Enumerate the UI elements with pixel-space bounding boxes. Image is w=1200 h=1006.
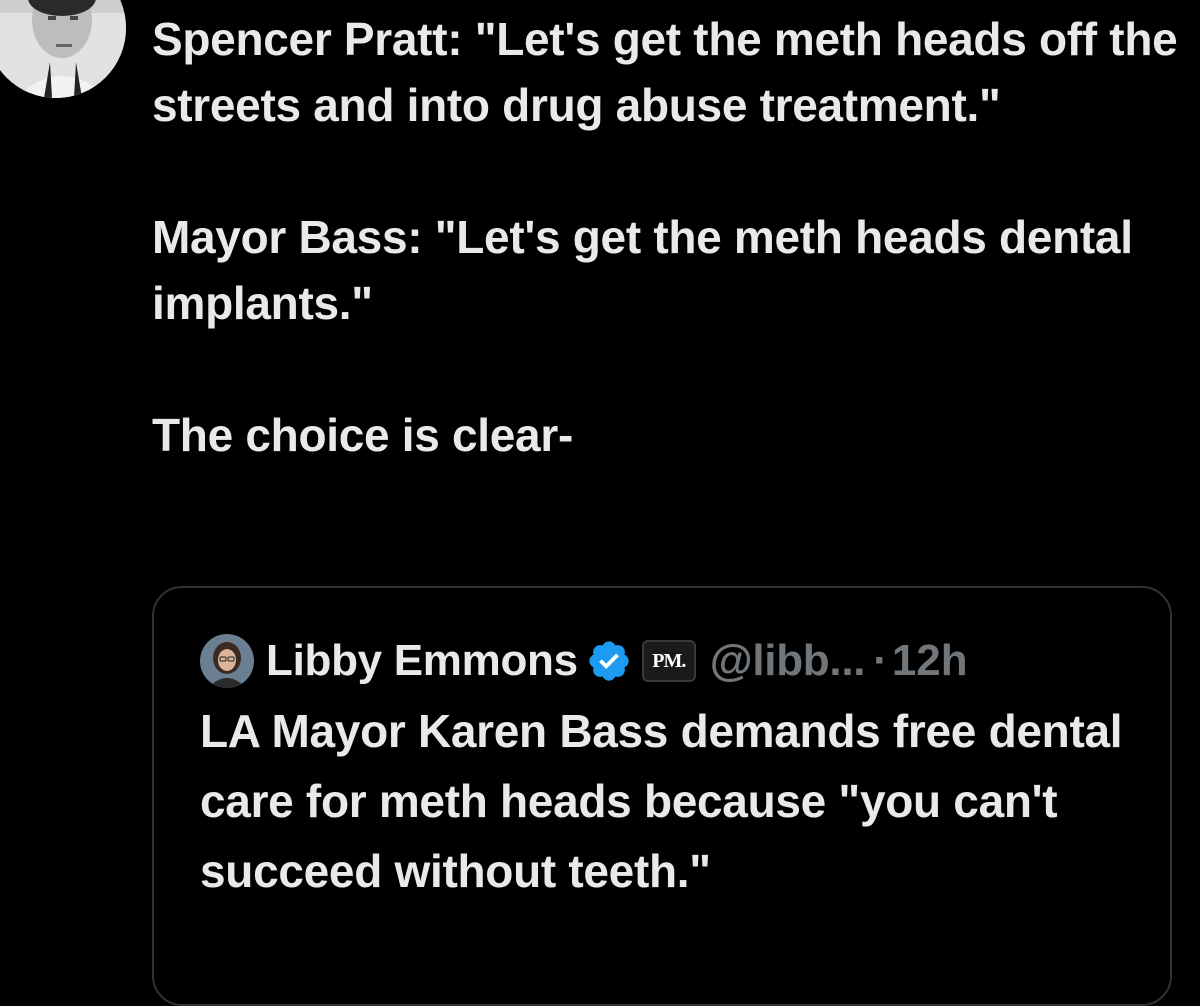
tweet-paragraph: Mayor Bass: "Let's get the meth heads de… [152, 211, 1133, 329]
tweet-paragraph: Spencer Pratt: "Let's get the meth heads… [152, 13, 1178, 131]
quoted-profile-photo-icon [200, 634, 254, 688]
separator-dot: · [873, 636, 888, 685]
verified-badge-icon [586, 638, 632, 684]
tweet-body: Spencer Pratt: "Let's get the meth heads… [152, 6, 1182, 468]
quoted-tweet-card[interactable]: Libby Emmons PM. @libb... · 12h LA Mayor… [152, 586, 1172, 1006]
quoted-tweet-header: Libby Emmons PM. @libb... · 12h [200, 630, 968, 692]
quoted-tweet-text: LA Mayor Karen Bass demands free dental … [200, 705, 1123, 897]
tweet-paragraph: The choice is clear- [152, 409, 573, 461]
quoted-author-handle[interactable]: @libb... [710, 636, 866, 686]
quoted-author-avatar[interactable] [200, 634, 254, 688]
profile-photo-icon [0, 0, 126, 98]
author-avatar[interactable] [0, 0, 126, 98]
quoted-author-name[interactable]: Libby Emmons [266, 636, 578, 686]
affiliate-badge[interactable]: PM. [641, 640, 696, 682]
quoted-tweet-timestamp[interactable]: 12h [892, 636, 968, 686]
